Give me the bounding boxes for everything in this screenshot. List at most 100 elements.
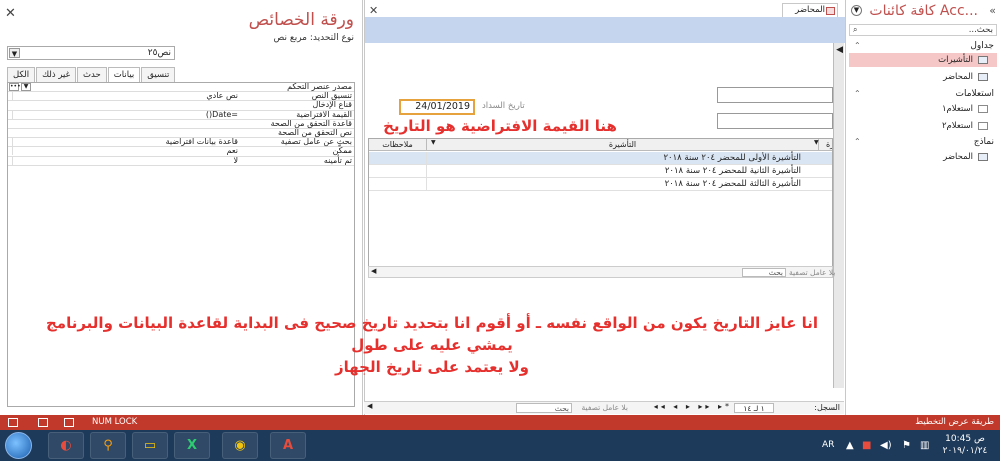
- tab-format[interactable]: تنسيق: [141, 67, 176, 82]
- payment-date-field[interactable]: 24/01/2019: [399, 99, 475, 115]
- ellipsis-icon[interactable]: •••: [9, 83, 21, 91]
- property-value[interactable]: قاعدة بيانات افتراضية: [12, 137, 240, 147]
- view-icon[interactable]: [64, 418, 74, 427]
- property-value[interactable]: =Date(): [12, 109, 240, 119]
- navigation-pane: « ▼ كافة كائنات Acc... ⌕ بحث... جداول ⌃ …: [845, 0, 1000, 415]
- query-icon: [978, 122, 988, 130]
- collapse-group-icon[interactable]: ⌃: [854, 41, 861, 50]
- annotation-default-value: هنا القيمة الافتراضية هو التاريخ: [383, 117, 617, 135]
- group-tables[interactable]: جداول ⌃: [854, 41, 994, 51]
- collapse-pane-icon[interactable]: «: [989, 4, 996, 17]
- nav-item-records-form[interactable]: المحاضر: [849, 150, 997, 164]
- annotation-line-1: انا عايز التاريخ يكون من الواقع نفسه ـ أ…: [45, 314, 818, 354]
- property-row[interactable]: تم تأمينه لا: [8, 155, 354, 166]
- record-position-input[interactable]: ١ لـ ١٤: [734, 403, 774, 413]
- property-value[interactable]: نعم: [12, 146, 240, 156]
- column-header-notes[interactable]: ملاحظات: [369, 139, 427, 151]
- antivirus-icon[interactable]: ■: [862, 440, 871, 451]
- chevron-down-icon[interactable]: ▼: [431, 139, 436, 146]
- chevron-down-icon[interactable]: ▼: [814, 139, 819, 146]
- chrome-icon[interactable]: ◉: [222, 432, 258, 459]
- text-field[interactable]: [717, 87, 833, 103]
- property-label: قناع الإدخال: [312, 100, 352, 110]
- excel-icon[interactable]: X: [174, 432, 210, 459]
- payment-date-label: تاريخ السداد: [482, 101, 525, 111]
- collapse-group-icon[interactable]: ⌃: [854, 89, 861, 98]
- nav-search-input[interactable]: ⌕ بحث...: [849, 24, 997, 36]
- table-row[interactable]: التأشيرة الثانية للمحضر ٢٠٤ سنة ٢٠١٨: [369, 165, 832, 178]
- form-window: ✕ المحاضر ◀ 24/01/2019 تاريخ السداد هنا …: [46, 0, 845, 415]
- filter-status[interactable]: بلا عامل تصفية: [789, 268, 835, 277]
- scroll-left-icon[interactable]: ◀: [371, 267, 376, 275]
- property-label: مصدر عنصر التحكم: [287, 82, 352, 91]
- folder-icon[interactable]: ▭: [132, 432, 168, 459]
- nav-item-visas-table[interactable]: التأشيرات: [849, 53, 997, 67]
- scroll-left-icon[interactable]: ◀: [367, 402, 372, 410]
- start-button[interactable]: [5, 432, 32, 459]
- visa-cell[interactable]: التأشيرة الثانية للمحضر ٢٠٤ سنة ٢٠١٨: [427, 165, 819, 178]
- record-nav-buttons[interactable]: ◂◂ ◂ ▸ ▸▸ ▸*: [654, 402, 732, 411]
- text-field[interactable]: [717, 113, 833, 129]
- tab-data[interactable]: بيانات: [107, 67, 141, 83]
- form-tab[interactable]: المحاضر: [782, 3, 838, 17]
- datasheet-navbar: ◀ بحث بلا عامل تصفية: [368, 266, 835, 278]
- close-icon[interactable]: ✕: [369, 4, 378, 17]
- property-sheet-title: ورقة الخصائص: [248, 10, 354, 30]
- table-row[interactable]: التأشيرة الثالثة للمحضر ٢٠٤ سنة ٢٠١٨: [369, 178, 832, 191]
- chevron-down-icon[interactable]: ▼: [9, 48, 20, 58]
- selection-type: نوع التحديد: مربع نص: [273, 33, 354, 43]
- network-icon[interactable]: ▥: [920, 440, 929, 451]
- language-indicator[interactable]: AR: [822, 440, 834, 450]
- property-label: تنسيق النص: [311, 91, 352, 101]
- tray-arrow-icon[interactable]: ▲: [846, 440, 854, 451]
- property-label: نص التحقق من الصحة: [277, 127, 352, 137]
- column-header-visa[interactable]: التأشيرة: [427, 139, 819, 151]
- visa-cell[interactable]: التأشيرة الثالثة للمحضر ٢٠٤ سنة ٢٠١٨: [427, 178, 819, 191]
- datasheet-search-input[interactable]: بحث: [742, 268, 786, 277]
- column-header-first[interactable]: رة: [819, 139, 832, 151]
- tab-other[interactable]: غير ذلك: [36, 67, 77, 82]
- view-icon[interactable]: [8, 418, 18, 427]
- record-navigator: ◀ ▶ السجل: ١ لـ ١٤ ◂◂ ◂ ▸ ▸▸ ▸* بلا عامل…: [364, 401, 844, 414]
- form-tab-label: المحاضر: [795, 5, 825, 15]
- group-queries[interactable]: استعلامات ⌃: [854, 89, 994, 99]
- property-value[interactable]: لا: [12, 155, 240, 165]
- collapse-group-icon[interactable]: ⌃: [854, 137, 861, 146]
- taskbar: ◐ ⚲ ▭ X ◉ A AR ▲ ■ ◀) ⚑ ▥ 10:45 ص ٢٠١٩/٠…: [0, 430, 1000, 461]
- form-icon: [826, 7, 835, 15]
- search-icon: ⌕: [853, 25, 858, 34]
- chevron-down-icon[interactable]: ▼: [21, 83, 31, 91]
- group-forms[interactable]: نماذج ⌃: [854, 137, 994, 147]
- view-icon[interactable]: [38, 418, 48, 427]
- annotation-question: انا عايز التاريخ يكون من الواقع نفسه ـ أ…: [27, 312, 837, 378]
- chevron-down-icon[interactable]: ▼: [851, 5, 862, 16]
- nav-item-records-table[interactable]: المحاضر: [849, 70, 997, 84]
- nav-item-query-2[interactable]: استعلام٢: [849, 119, 997, 133]
- nav-item-query-1[interactable]: استعلام١: [849, 102, 997, 116]
- form-header-band: [365, 17, 845, 43]
- flag-icon[interactable]: ⚑: [902, 440, 911, 451]
- status-bar: NUM LOCK طريقة عرض التخطيط: [0, 415, 1000, 430]
- property-value[interactable]: نص عادي: [12, 91, 240, 101]
- close-icon[interactable]: ✕: [5, 6, 16, 21]
- property-label: قاعدة التحقق من الصحة: [270, 118, 352, 128]
- control-select[interactable]: ▼ نص٢٥: [7, 46, 175, 60]
- record-pointer-icon: ◀: [836, 45, 843, 55]
- app-icon[interactable]: ◐: [48, 432, 84, 459]
- property-label: القيمة الافتراضية: [296, 109, 352, 119]
- record-filter-status[interactable]: بلا عامل تصفية: [582, 403, 628, 412]
- query-icon: [978, 105, 988, 113]
- nav-pane-title[interactable]: كافة كائنات Acc...: [869, 3, 978, 19]
- record-label: السجل:: [814, 403, 840, 412]
- clock[interactable]: 10:45 ص ٢٠١٩/٠١/٢٤: [940, 433, 990, 457]
- access-icon[interactable]: A: [270, 432, 306, 459]
- tab-event[interactable]: حدث: [77, 67, 107, 82]
- selected-control-value: نص٢٥: [147, 48, 171, 58]
- table-row[interactable]: التأشيرة الأولى للمحضر ٢٠٤ سنة ٢٠١٨: [369, 152, 832, 165]
- app-icon[interactable]: ⚲: [90, 432, 126, 459]
- volume-icon[interactable]: ◀): [880, 440, 892, 451]
- record-search-input[interactable]: بحث: [516, 403, 572, 413]
- visa-cell[interactable]: التأشيرة الأولى للمحضر ٢٠٤ سنة ٢٠١٨: [427, 152, 819, 165]
- tab-all[interactable]: الكل: [7, 67, 36, 82]
- property-label: بحث عن عامل تصفية: [280, 137, 352, 147]
